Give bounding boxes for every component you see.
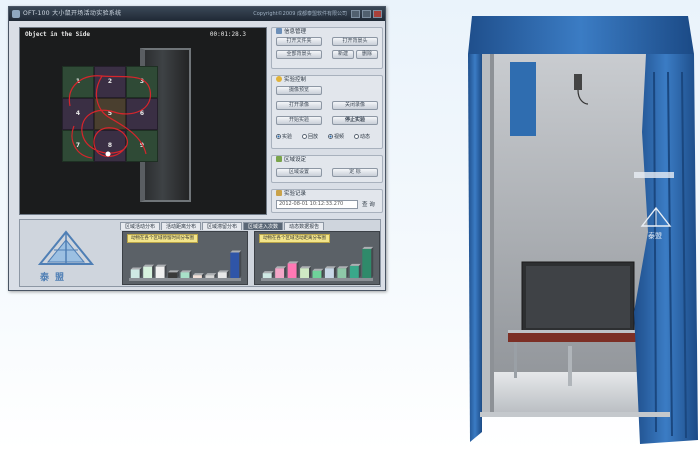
group-info: 信息管理 打开文件夹 打开背景头 全部背景头 新建 删除	[271, 27, 383, 69]
copyright-text: Copyright©2009 成都泰盟软件有限公司	[253, 11, 347, 17]
tab-zone-activity[interactable]: 区域活动分布	[120, 222, 161, 230]
title-bar: OFT-100 大小鼠开场活动实验系统 Copyright©2009 成都泰盟软…	[9, 7, 385, 21]
bar-4	[168, 270, 180, 278]
radio-dynamic[interactable]: 动态	[354, 133, 370, 140]
open-recording-button[interactable]: 打开录像	[276, 101, 322, 110]
window-title: OFT-100 大小鼠开场活动实验系统	[23, 10, 122, 17]
analysis-tabs: 区域活动分布 活动距离分布 区域滞留分布 区域进入次数 动态数据报告	[120, 222, 325, 230]
query-button[interactable]: 查 询	[362, 200, 375, 208]
base-rail	[480, 412, 670, 417]
tab-dwell[interactable]: 区域滞留分布	[202, 222, 243, 230]
chart-floor	[261, 278, 373, 281]
radio-experiment[interactable]: 实验	[276, 133, 292, 140]
bar-7	[205, 273, 217, 278]
record-icon	[276, 190, 282, 196]
chart-title-dwell: 动物在各个区域停留时间分布图	[127, 234, 198, 243]
bar-3	[155, 264, 167, 278]
stop-experiment-button[interactable]: 停止实验	[332, 116, 378, 125]
all-background-button[interactable]: 全部背景头	[276, 50, 322, 59]
analysis-area: 泰盟 区域活动分布 活动距离分布 区域滞留分布 区域进入次数 动态数据报告 动物…	[19, 219, 381, 287]
left-post-shadow	[490, 54, 494, 414]
bar-7	[337, 266, 349, 278]
tent-roof	[468, 16, 694, 54]
platform-leg-left	[514, 342, 517, 378]
rolled-flap	[510, 62, 536, 136]
video-label: Object in the Side	[25, 31, 91, 38]
platform-rail	[508, 330, 648, 333]
arena-inner	[526, 266, 630, 328]
camera-preview-button[interactable]: 摄像预览	[276, 86, 322, 95]
group-experiment-control: 实验控制 摄像预览 打开录像 关闭录像 开始实验 停止实验 实验 回放 视频 动…	[271, 75, 383, 149]
minimize-button[interactable]	[351, 10, 360, 18]
pyramid-logo-icon	[37, 230, 95, 265]
delete-button[interactable]: 删除	[356, 50, 378, 59]
bar-4	[300, 266, 312, 278]
gear-icon	[276, 76, 282, 82]
bar-8	[217, 270, 229, 278]
group-control-title: 实验控制	[276, 75, 306, 83]
new-button[interactable]: 新建	[332, 50, 354, 59]
video-view: Object in the Side 00:01:28.3 123456789	[19, 27, 267, 215]
close-recording-button[interactable]: 关闭录像	[332, 101, 378, 110]
movement-track	[68, 75, 151, 159]
window-controls	[351, 10, 382, 18]
bar-2	[275, 266, 287, 278]
bar-5	[312, 268, 324, 278]
platform-board	[508, 332, 648, 342]
bar-9	[362, 246, 374, 278]
group-region-title: 区域设定	[276, 155, 306, 163]
start-experiment-button[interactable]: 开始实验	[276, 116, 322, 125]
bar-3	[287, 261, 299, 278]
group-info-title: 信息管理	[276, 27, 306, 35]
camera	[574, 74, 582, 90]
chart-title-distance: 动物在各个区域活动距离分布图	[259, 234, 330, 243]
chart-floor	[129, 278, 241, 281]
tent-left-panel	[468, 54, 482, 442]
open-background-button[interactable]: 打开背景头	[332, 37, 378, 46]
bar-2	[143, 264, 155, 278]
test-chamber-photo: 泰盟	[468, 16, 698, 444]
tab-dynamic-report[interactable]: 动态数据报告	[284, 222, 325, 230]
group-experiment-record: 实验记录 2012-08-01 10:12:33.270 查 询	[271, 189, 383, 213]
curtain-logo-text: 泰盟	[648, 231, 662, 240]
video-header: Object in the Side 00:01:28.3	[20, 28, 266, 42]
software-window: OFT-100 大小鼠开场活动实验系统 Copyright©2009 成都泰盟软…	[8, 6, 386, 291]
bar-6	[324, 266, 336, 278]
curtain-tie	[634, 172, 674, 178]
bar-8	[349, 263, 361, 278]
platform-stand	[568, 346, 572, 386]
tab-entries[interactable]: 区域进入次数	[243, 222, 284, 230]
bar-1	[130, 267, 142, 278]
bar-6	[192, 273, 204, 278]
bar-9	[230, 250, 242, 278]
radio-video[interactable]: 视频	[328, 133, 344, 140]
region-setup-button[interactable]: 区域设置	[276, 168, 322, 177]
chart-dwell-time: 动物在各个区域停留时间分布图	[122, 231, 248, 285]
chart-distance: 动物在各个区域活动距离分布图	[254, 231, 380, 285]
left-post	[482, 54, 490, 414]
video-timer: 00:01:28.3	[209, 31, 246, 38]
pencil-icon	[276, 156, 282, 162]
group-record-title: 实验记录	[276, 189, 306, 197]
tab-distance[interactable]: 活动距离分布	[161, 222, 202, 230]
group-region-setting: 区域设定 区域设置 定 标	[271, 155, 383, 183]
bar-1	[262, 271, 274, 278]
maximize-button[interactable]	[362, 10, 371, 18]
animal-marker	[105, 151, 111, 157]
record-date-select[interactable]: 2012-08-01 10:12:33.270	[276, 200, 358, 209]
company-logo: 泰盟	[26, 226, 106, 284]
calibrate-button[interactable]: 定 标	[332, 168, 378, 177]
app-icon	[12, 10, 20, 18]
logo-text: 泰盟	[40, 273, 71, 283]
folder-icon	[276, 28, 282, 34]
close-button[interactable]	[373, 10, 382, 18]
radio-playback[interactable]: 回放	[302, 133, 318, 140]
open-folder-button[interactable]: 打开文件夹	[276, 37, 322, 46]
bar-5	[180, 270, 192, 278]
